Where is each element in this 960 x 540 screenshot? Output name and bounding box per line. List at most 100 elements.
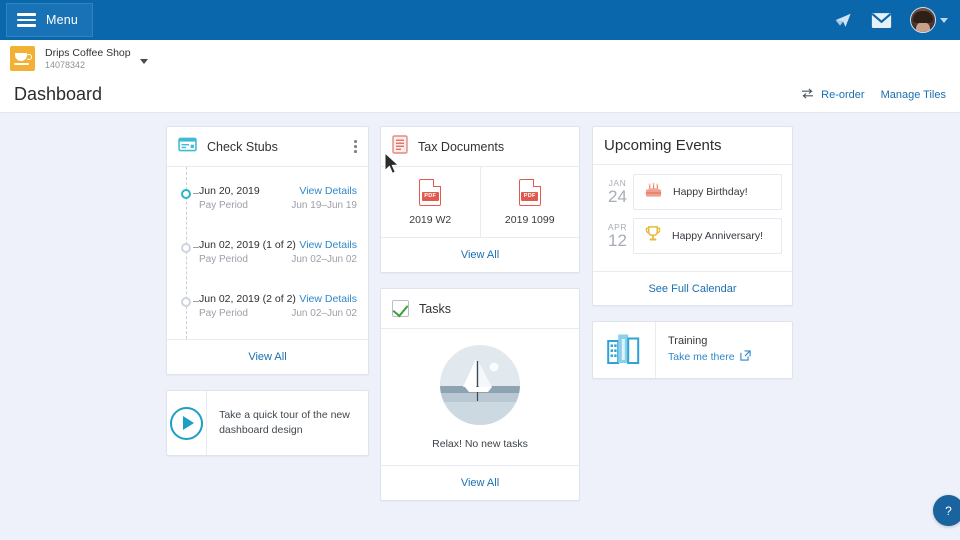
event-label: Happy Birthday! [673,186,748,198]
company-selector-bar: Drips Coffee Shop 14078342 [0,40,960,77]
page-header: Dashboard Re-order Manage Tiles [0,77,960,113]
check-stubs-footer: View All [167,339,368,374]
check-stubs-overflow-menu[interactable] [354,140,357,153]
tax-document-name: 2019 1099 [504,213,555,226]
pay-period-label: Pay Period [199,308,248,319]
company-dropdown-icon[interactable] [139,58,148,64]
pay-period-value: Jun 19–Jun 19 [291,200,357,211]
see-full-calendar-link[interactable]: See Full Calendar [648,283,736,295]
sailboat-illustration [440,344,520,425]
training-text: Training Take me there [656,334,763,365]
help-button-label: ? [945,503,952,518]
top-bar-actions [834,7,948,33]
dashboard-column-3: Upcoming Events JAN 24 Happy Birthday! A… [592,126,793,379]
timeline-dash [193,247,199,248]
timeline-dot-icon [181,189,191,199]
company-info: Drips Coffee Shop 14078342 [45,47,131,70]
chevron-down-icon [940,17,948,23]
menu-button-label: Menu [46,13,79,27]
view-details-link[interactable]: View Details [299,239,357,251]
mail-icon[interactable] [871,12,892,29]
document-icon [392,134,408,159]
training-card[interactable]: Training Take me there [592,321,793,379]
avatar-menu[interactable] [910,7,948,33]
pay-period-label: Pay Period [199,254,248,265]
pdf-label: PDF [421,191,439,201]
tax-documents-view-all-link[interactable]: View All [461,249,499,261]
company-name: Drips Coffee Shop [45,46,131,59]
pay-period-value: Jun 02–Jun 02 [291,254,357,265]
tax-documents-title: Tax Documents [418,139,505,154]
tasks-empty-message: Relax! No new tasks [432,437,528,450]
external-link-icon [739,350,751,366]
trophy-icon [644,225,662,248]
reorder-button[interactable]: Re-order [801,86,865,104]
check-stubs-header: Check Stubs [167,127,368,167]
upcoming-events-title: Upcoming Events [604,137,722,154]
event-row[interactable]: JAN 24 Happy Birthday! [602,174,782,210]
training-link[interactable]: Take me there [668,350,751,366]
check-stub-date: Jun 02, 2019 (1 of 2) [199,239,296,251]
tasks-view-all-link[interactable]: View All [461,477,499,489]
tax-documents-header: Tax Documents [381,127,579,167]
timeline-dot-icon [181,243,191,253]
hamburger-icon [17,13,36,27]
event-row[interactable]: APR 12 Happy Anniversary! [602,218,782,254]
tax-document-name: 2019 W2 [409,213,452,226]
dashboard-page: Menu Drips Coffee Shop 14078342 Dashboar… [0,0,960,540]
page-title: Dashboard [14,84,103,104]
tax-documents-list: PDF 2019 W2 PDF 2019 1099 [381,167,579,237]
cake-icon [644,181,663,204]
pay-period-value: Jun 02–Jun 02 [291,308,357,319]
tax-documents-footer: View All [381,237,579,272]
manage-tiles-button[interactable]: Manage Tiles [881,89,946,101]
checkbox-check-icon [392,300,409,317]
event-date: JAN 24 [602,174,633,210]
upcoming-events-header: Upcoming Events [593,127,792,165]
check-stub-row[interactable]: Jun 02, 2019 (2 of 2) View Details Pay P… [167,275,368,333]
tour-card[interactable]: Take a quick tour of the new dashboard d… [166,390,369,456]
play-icon[interactable] [170,406,204,440]
dashboard-column-2: Tax Documents PDF 2019 W2 PDF 2019 1099 … [380,126,580,516]
training-title: Training [668,335,708,348]
event-card[interactable]: Happy Anniversary! [633,218,782,254]
pdf-icon: PDF [518,178,541,206]
event-card[interactable]: Happy Birthday! [633,174,782,210]
company-id: 14078342 [45,59,86,70]
upcoming-events-list: JAN 24 Happy Birthday! APR 12 Happy Anni… [593,165,792,271]
timeline-dash [193,193,199,194]
page-header-actions: Re-order Manage Tiles [801,86,946,104]
send-icon[interactable] [834,11,853,30]
tour-text: Take a quick tour of the new dashboard d… [219,408,350,436]
event-day: 24 [608,187,627,207]
training-icon-container [593,322,656,378]
tax-document-item[interactable]: PDF 2019 W2 [381,167,480,237]
check-stubs-view-all-link[interactable]: View All [248,351,286,363]
check-stubs-card: Check Stubs Jun 20, 2019 View Details Pa… [166,126,369,375]
training-link-label: Take me there [668,351,735,364]
tasks-header: Tasks [381,289,579,329]
reorder-label: Re-order [821,88,865,101]
check-stub-row[interactable]: Jun 02, 2019 (1 of 2) View Details Pay P… [167,221,368,275]
pay-period-label: Pay Period [199,200,248,211]
pdf-label: PDF [521,191,539,201]
tax-document-item[interactable]: PDF 2019 1099 [479,167,580,237]
check-stub-date: Jun 20, 2019 [199,185,260,197]
check-stub-row[interactable]: Jun 20, 2019 View Details Pay Period Jun… [167,175,368,221]
menu-button[interactable]: Menu [6,3,94,37]
pdf-icon: PDF [419,178,442,206]
timeline-dot-icon [181,297,191,307]
reorder-swap-icon [801,86,814,104]
tasks-empty-state: Relax! No new tasks [381,329,579,465]
view-details-link[interactable]: View Details [299,293,357,305]
help-button[interactable]: ? [933,495,960,526]
timeline-dash [193,301,199,302]
event-label: Happy Anniversary! [672,230,764,242]
avatar [910,7,936,33]
tasks-title: Tasks [419,301,451,316]
view-details-link[interactable]: View Details [299,185,357,197]
event-day: 12 [608,231,627,251]
tax-documents-card: Tax Documents PDF 2019 W2 PDF 2019 1099 … [380,126,580,273]
tasks-footer: View All [381,465,579,500]
dashboard-column-1: Check Stubs Jun 20, 2019 View Details Pa… [166,126,369,456]
